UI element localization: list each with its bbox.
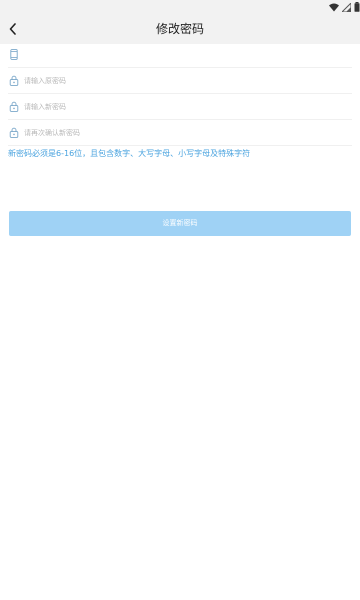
header: 修改密码	[0, 14, 360, 44]
phone-icon	[10, 49, 18, 60]
old-password-row	[8, 68, 352, 94]
confirm-password-row	[8, 120, 352, 146]
chevron-left-icon	[9, 23, 16, 35]
signal-icon	[342, 2, 351, 12]
status-bar	[0, 0, 360, 14]
phone-field[interactable]	[24, 47, 324, 62]
new-password-field[interactable]	[24, 99, 324, 114]
battery-icon	[354, 2, 360, 12]
password-rule-hint: 新密码必须是6-16位，且包含数字、大写字母、小写字母及特殊字符	[8, 149, 251, 158]
wifi-icon	[329, 3, 339, 11]
lock-icon	[9, 75, 19, 86]
lock-icon	[9, 127, 19, 138]
change-password-form	[0, 42, 360, 146]
phone-row	[8, 42, 352, 68]
set-new-password-button[interactable]: 设置新密码	[9, 211, 351, 236]
lock-icon	[9, 101, 19, 112]
status-icons	[329, 1, 360, 13]
new-password-row	[8, 94, 352, 120]
back-button[interactable]	[2, 18, 24, 40]
old-password-field[interactable]	[24, 73, 324, 88]
page-title: 修改密码	[155, 22, 204, 36]
confirm-password-field[interactable]	[24, 125, 324, 140]
